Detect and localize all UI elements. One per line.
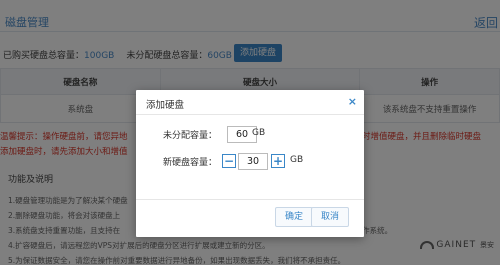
confirm-button[interactable]: 确定: [275, 207, 313, 227]
cancel-button[interactable]: 取消: [311, 207, 349, 227]
minus-icon[interactable]: −: [222, 154, 236, 168]
new-disk-capacity-input[interactable]: [238, 153, 268, 170]
dialog-footer-divider: [136, 199, 364, 200]
unallocated-capacity-unit: GB: [252, 128, 266, 138]
dialog-title: 添加硬盘: [146, 100, 185, 111]
close-icon[interactable]: ×: [348, 95, 357, 108]
new-disk-capacity-unit: GB: [290, 155, 304, 165]
add-disk-dialog: 添加硬盘 × 未分配容量： GB 新硬盘容量： − + GB 确定 取消: [136, 90, 364, 237]
dialog-header: 添加硬盘 ×: [136, 90, 364, 115]
unallocated-capacity-field-label: 未分配容量：: [163, 131, 218, 141]
plus-icon[interactable]: +: [271, 154, 285, 168]
new-disk-capacity-field-label: 新硬盘容量：: [163, 158, 218, 168]
